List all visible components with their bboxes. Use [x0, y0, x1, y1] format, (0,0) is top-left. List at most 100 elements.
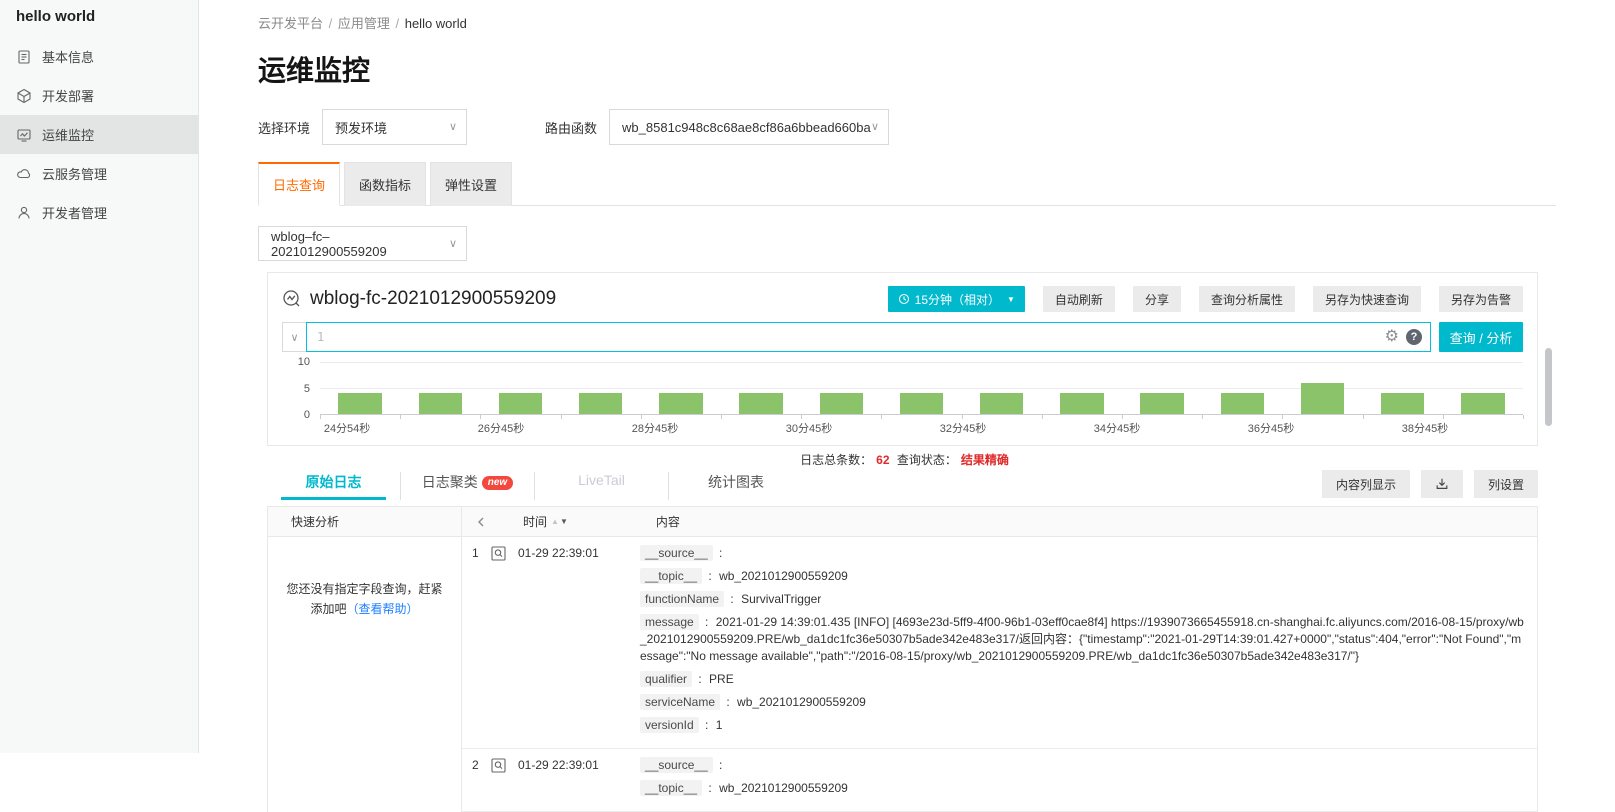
log-field: __topic__ : wb_2021012900559209 [640, 568, 1527, 585]
field-key[interactable]: __source__ [640, 757, 713, 773]
env-select[interactable]: 预发环境 ∨ [322, 109, 467, 145]
search-analyze-button[interactable]: 查询 / 分析 [1439, 322, 1523, 352]
deploy-box-icon [16, 88, 32, 104]
sidebar-item-label: 云服务管理 [42, 164, 107, 183]
help-icon[interactable]: ? [1406, 329, 1422, 345]
main-tab[interactable]: 日志查询 [258, 162, 340, 206]
chart-bar [1381, 393, 1424, 414]
log-field: __source__ : [640, 545, 1527, 562]
view-log-detail-icon[interactable] [490, 757, 507, 774]
page-title: 运维监控 [258, 56, 1556, 86]
field-key[interactable]: functionName [640, 591, 724, 607]
breadcrumb-item[interactable]: 应用管理 / [338, 16, 405, 31]
x-tick [1523, 415, 1524, 419]
sidebar-item-label: 开发者管理 [42, 203, 107, 222]
x-tick-label: 30分45秒 [786, 420, 832, 436]
breadcrumb-item[interactable]: 云开发平台 / [258, 16, 338, 31]
chart-bar [499, 393, 542, 414]
x-tick [962, 415, 963, 419]
x-tick-label: 36分45秒 [1248, 420, 1294, 436]
chart-bar [1461, 393, 1504, 414]
query-status-label: 查询状态： [897, 453, 957, 467]
download-icon [1435, 476, 1449, 492]
field-key[interactable]: serviceName [640, 694, 720, 710]
chart-bar [820, 393, 863, 414]
sidebar-menu: 基本信息 开发部署 运维监控 云服务管理 开发者管理 [0, 37, 198, 232]
result-tab[interactable]: 日志聚类new [401, 472, 535, 500]
breadcrumb-item[interactable]: hello world [405, 16, 471, 31]
logstore-select[interactable]: wblog–fc–2021012900559209 ∨ [258, 226, 467, 261]
chart-x-axis: 24分54秒26分45秒28分45秒30分45秒32分45秒34分45秒36分4… [320, 415, 1523, 435]
query-line-number: 1 [317, 330, 324, 344]
chevron-down-icon: ∨ [871, 120, 879, 133]
field-key[interactable]: versionId [640, 717, 699, 733]
field-key[interactable]: __source__ [640, 545, 713, 561]
field-value: PRE [709, 672, 734, 686]
field-key[interactable]: qualifier [640, 671, 692, 687]
sidebar-item-label: 开发部署 [42, 86, 94, 105]
sidebar-item[interactable]: 开发部署 [0, 76, 198, 115]
field-value: 1 [716, 718, 723, 732]
panel-action-button[interactable]: 自动刷新 [1043, 286, 1115, 312]
chart-bar [338, 393, 381, 414]
log-fields: __source__ : __topic__ : wb_202101290055… [640, 757, 1537, 803]
x-tick [1363, 415, 1364, 419]
field-value: 2021-01-29 14:39:01.435 [INFO] [4693e23d… [640, 615, 1524, 663]
main-tabs: 日志查询 函数指标 弹性设置 [258, 162, 1556, 206]
chevron-down-icon: ∨ [449, 120, 457, 133]
download-button[interactable] [1421, 470, 1463, 498]
query-collapse-button[interactable]: ∨ [282, 322, 307, 352]
result-tab[interactable]: 原始日志 [267, 472, 401, 500]
chart-plot-area[interactable] [320, 362, 1523, 415]
vertical-scrollbar[interactable] [1545, 348, 1552, 426]
main-tab-label: 日志查询 [273, 175, 325, 194]
sidebar-item[interactable]: 云服务管理 [0, 154, 198, 193]
log-field: qualifier : PRE [640, 671, 1527, 688]
sort-asc-icon[interactable]: ▲ [551, 517, 559, 526]
x-tick [641, 415, 642, 419]
log-table: 快速分析 时间 ▲▼ 内容 您还没有指定字段查询，赶紧添加吧（查看帮助） 1 0… [267, 506, 1538, 812]
time-range-button[interactable]: 15分钟（相对） ▼ [888, 286, 1025, 312]
main-tab[interactable]: 函数指标 [344, 162, 426, 206]
y-tick-label: 5 [304, 383, 310, 395]
breadcrumb-separator [467, 16, 471, 31]
main-tab[interactable]: 弹性设置 [430, 162, 512, 206]
time-column-header[interactable]: 时间 ▲▼ [523, 513, 568, 530]
sort-icons[interactable]: ▲▼ [551, 517, 568, 526]
panel-action-button[interactable]: 另存为快速查询 [1313, 286, 1421, 312]
log-query-panel: wblog-fc-2021012900559209 15分钟（相对） ▼ 自动刷… [267, 272, 1538, 446]
sort-desc-icon[interactable]: ▼ [560, 517, 568, 526]
x-tick [1042, 415, 1043, 419]
view-log-detail-icon[interactable] [490, 545, 507, 562]
collapse-panel-icon[interactable] [475, 516, 487, 528]
x-tick [1122, 415, 1123, 419]
panel-action-button[interactable]: 另存为告警 [1439, 286, 1523, 312]
sidebar-item[interactable]: 开发者管理 [0, 193, 198, 232]
log-row-time: 01-29 22:39:01 [518, 757, 618, 803]
sidebar: hello world 基本信息 开发部署 运维监控 云服务管理 [0, 0, 199, 753]
field-key[interactable]: __topic__ [640, 780, 702, 796]
panel-action-button[interactable]: 查询分析属性 [1199, 286, 1295, 312]
chart-bar [659, 393, 702, 414]
chart-bar [980, 393, 1023, 414]
sidebar-item[interactable]: 基本信息 [0, 37, 198, 76]
log-row-index: 2 [462, 757, 484, 803]
developer-icon [16, 205, 32, 221]
result-tab[interactable]: LiveTail [535, 472, 669, 500]
sidebar-item[interactable]: 运维监控 [0, 115, 198, 154]
chart-bars [320, 362, 1523, 414]
table-body: 您还没有指定字段查询，赶紧添加吧（查看帮助） 1 01-29 22:39:01 … [268, 537, 1537, 812]
route-function-select[interactable]: wb_8581c948c8c68ae8cf86a6bbead660ba ∨ [609, 109, 889, 145]
column-settings-button[interactable]: 列设置 [1474, 470, 1538, 498]
field-value: wb_2021012900559209 [719, 781, 848, 795]
content-column-button[interactable]: 内容列显示 [1322, 470, 1410, 498]
field-key[interactable]: __topic__ [640, 568, 702, 584]
x-tick [400, 415, 401, 419]
chart-bar [419, 393, 462, 414]
field-key[interactable]: message [640, 614, 699, 630]
panel-action-button[interactable]: 分享 [1133, 286, 1181, 312]
view-help-link[interactable]: （查看帮助） [347, 602, 419, 616]
result-tab[interactable]: 统计图表 [669, 472, 803, 500]
gear-icon[interactable]: ⚙ [1385, 329, 1399, 345]
query-input[interactable] [334, 324, 1430, 350]
